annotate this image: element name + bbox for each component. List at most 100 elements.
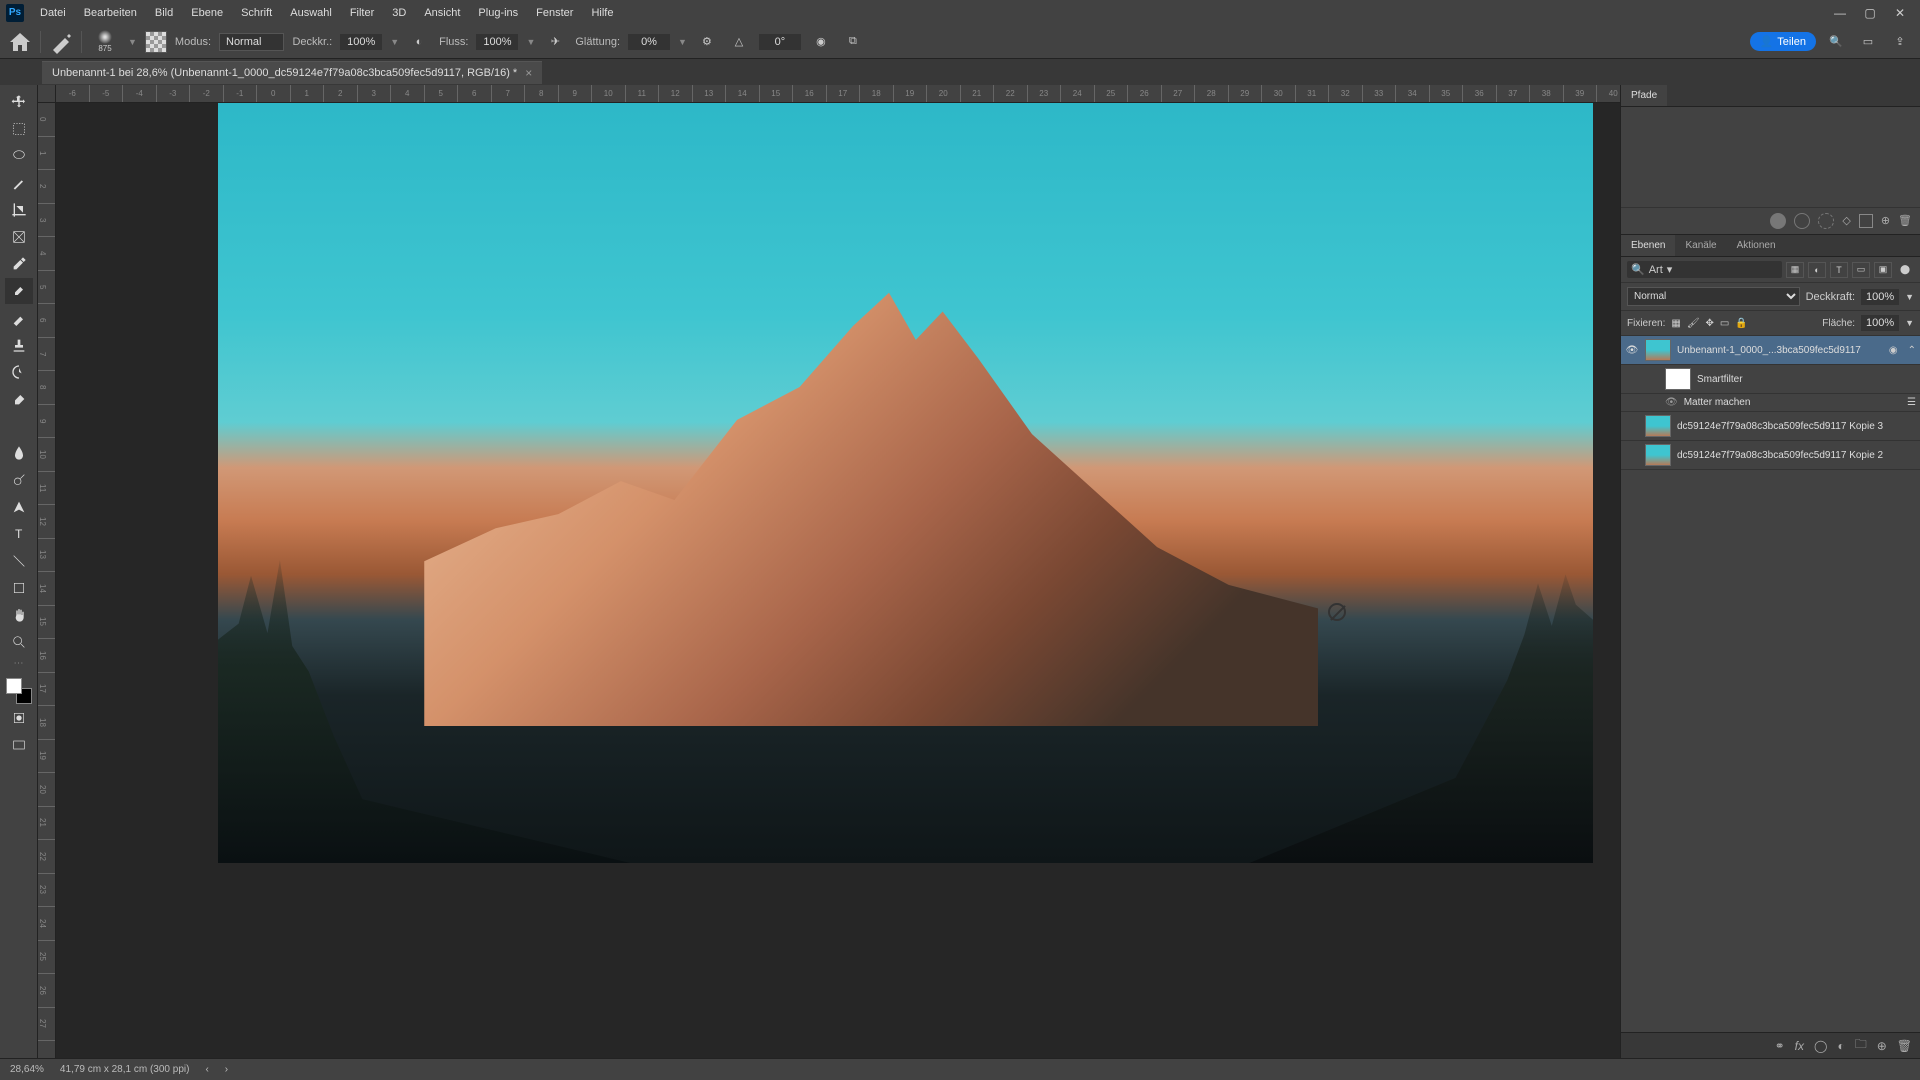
maximize-button[interactable]: ▢ xyxy=(1856,3,1884,23)
zoom-tool[interactable] xyxy=(5,629,33,655)
lock-position-icon[interactable]: ✥ xyxy=(1706,318,1714,329)
screen-mode-icon[interactable] xyxy=(5,732,33,758)
menu-ebene[interactable]: Ebene xyxy=(183,3,231,23)
fx-icon[interactable]: fx xyxy=(1795,1039,1804,1053)
layer-thumbnail[interactable] xyxy=(1645,444,1671,466)
airbrush-icon[interactable]: ✈ xyxy=(543,30,567,54)
link-layers-icon[interactable]: ⚭ xyxy=(1775,1039,1785,1053)
close-button[interactable]: ✕ xyxy=(1886,3,1914,23)
layer-fill-input[interactable] xyxy=(1861,315,1899,331)
quick-mask-icon[interactable] xyxy=(5,705,33,731)
crop-tool[interactable] xyxy=(5,197,33,223)
filter-edit-icon[interactable]: ☰ xyxy=(1907,397,1916,408)
paths-tab[interactable]: Pfade xyxy=(1621,85,1667,106)
menu-datei[interactable]: Datei xyxy=(32,3,74,23)
adjustment-icon[interactable]: ◐ xyxy=(1837,1039,1844,1053)
filter-link-icon[interactable]: 👁 xyxy=(1665,397,1678,408)
zoom-level[interactable]: 28,64% xyxy=(10,1064,44,1075)
search-icon[interactable]: 🔍 xyxy=(1824,30,1848,54)
menu-bearbeiten[interactable]: Bearbeiten xyxy=(76,3,145,23)
tool-preset-icon[interactable] xyxy=(49,30,73,54)
history-brush-tool[interactable] xyxy=(5,359,33,385)
stamp-tool[interactable] xyxy=(5,332,33,358)
pressure-opacity-icon[interactable]: ◐ xyxy=(407,30,431,54)
healing-tool[interactable] xyxy=(5,278,33,304)
blend-mode-select[interactable]: Normal xyxy=(219,33,284,51)
panel-tab-kanäle[interactable]: Kanäle xyxy=(1675,235,1726,256)
brush-panel-icon[interactable] xyxy=(145,31,167,53)
mask-icon[interactable]: ◯ xyxy=(1814,1039,1827,1053)
panel-tab-aktionen[interactable]: Aktionen xyxy=(1727,235,1786,256)
collapse-icon[interactable]: ⌃ xyxy=(1908,345,1916,356)
layer-row[interactable]: 👁Matter machen☰ xyxy=(1621,394,1920,412)
blur-tool[interactable] xyxy=(5,440,33,466)
filter-shape-icon[interactable]: ▭ xyxy=(1852,262,1870,278)
visibility-icon[interactable]: 👁 xyxy=(1625,345,1639,356)
canvas[interactable] xyxy=(218,103,1593,863)
filter-pixel-icon[interactable]: ▦ xyxy=(1786,262,1804,278)
menu-plug-ins[interactable]: Plug-ins xyxy=(470,3,526,23)
mask-path-icon[interactable] xyxy=(1859,214,1873,228)
wand-tool[interactable] xyxy=(5,170,33,196)
layer-filter[interactable]: 🔍 Art ▾ xyxy=(1627,261,1782,278)
lasso-tool[interactable] xyxy=(5,143,33,169)
layer-row[interactable]: Smartfilter xyxy=(1621,365,1920,394)
new-path-icon[interactable]: ⊕ xyxy=(1881,214,1890,227)
lock-all-icon[interactable]: 🔒 xyxy=(1735,318,1747,329)
flow-input[interactable] xyxy=(476,34,518,50)
menu-3d[interactable]: 3D xyxy=(384,3,414,23)
menu-bild[interactable]: Bild xyxy=(147,3,181,23)
menu-hilfe[interactable]: Hilfe xyxy=(583,3,621,23)
eyedropper-tool[interactable] xyxy=(5,251,33,277)
shape-tool[interactable] xyxy=(5,575,33,601)
fill-path-icon[interactable] xyxy=(1770,213,1786,229)
new-layer-icon[interactable]: ⊕ xyxy=(1877,1039,1887,1053)
menu-auswahl[interactable]: Auswahl xyxy=(282,3,340,23)
marquee-tool[interactable] xyxy=(5,116,33,142)
delete-layer-icon[interactable]: 🗑 xyxy=(1897,1039,1912,1053)
layer-row[interactable]: 👁Unbenannt-1_0000_...3bca509fec5d9117◉⌃ xyxy=(1621,336,1920,365)
brush-preview[interactable]: 875 xyxy=(90,27,120,57)
document-tab[interactable]: Unbenannt-1 bei 28,6% (Unbenannt-1_0000_… xyxy=(42,61,542,84)
layer-thumbnail[interactable] xyxy=(1645,415,1671,437)
color-swatches[interactable] xyxy=(6,678,32,704)
angle-input[interactable] xyxy=(759,34,801,50)
panel-tab-ebenen[interactable]: Ebenen xyxy=(1621,235,1675,256)
brush-tool[interactable] xyxy=(5,305,33,331)
status-nav-left-icon[interactable]: ‹ xyxy=(205,1064,208,1075)
path-tool[interactable] xyxy=(5,548,33,574)
close-tab-icon[interactable]: × xyxy=(525,66,532,80)
layer-opacity-input[interactable] xyxy=(1861,289,1899,305)
menu-schrift[interactable]: Schrift xyxy=(233,3,280,23)
pressure-size-icon[interactable]: ◉ xyxy=(809,30,833,54)
dodge-tool[interactable] xyxy=(5,467,33,493)
layer-thumbnail[interactable] xyxy=(1645,339,1671,361)
opacity-input[interactable] xyxy=(340,34,382,50)
minimize-button[interactable]: — xyxy=(1826,3,1854,23)
layer-thumbnail[interactable] xyxy=(1665,368,1691,390)
group-icon[interactable]: 🗀 xyxy=(1855,1035,1867,1056)
angle-icon[interactable]: △ xyxy=(727,30,751,54)
layer-row[interactable]: dc59124e7f79a08c3bca509fec5d9117 Kopie 2 xyxy=(1621,441,1920,470)
path-shape-icon[interactable]: ◇ xyxy=(1842,214,1850,227)
workspace-icon[interactable]: ▭ xyxy=(1856,30,1880,54)
pen-tool[interactable] xyxy=(5,494,33,520)
filter-toggle[interactable]: ⬤ xyxy=(1896,262,1914,278)
share-button[interactable]: 👤Teilen xyxy=(1750,32,1816,51)
menu-fenster[interactable]: Fenster xyxy=(528,3,581,23)
filter-type-icon[interactable]: T xyxy=(1830,262,1848,278)
layer-row[interactable]: dc59124e7f79a08c3bca509fec5d9117 Kopie 3 xyxy=(1621,412,1920,441)
smoothing-input[interactable] xyxy=(628,34,670,50)
status-nav-right-icon[interactable]: › xyxy=(225,1064,228,1075)
menu-filter[interactable]: Filter xyxy=(342,3,382,23)
hand-tool[interactable] xyxy=(5,602,33,628)
layer-blend-select[interactable]: Normal xyxy=(1627,287,1800,306)
smoothing-options-icon[interactable]: ⚙ xyxy=(695,30,719,54)
symmetry-icon[interactable]: ⧉ xyxy=(841,30,865,54)
move-tool[interactable] xyxy=(5,89,33,115)
eraser-tool[interactable] xyxy=(5,386,33,412)
delete-path-icon[interactable]: 🗑 xyxy=(1898,214,1912,227)
lock-pixels-icon[interactable]: 🖌 xyxy=(1687,318,1700,329)
home-icon[interactable] xyxy=(8,30,32,54)
share-export-icon[interactable]: ⇪ xyxy=(1888,30,1912,54)
